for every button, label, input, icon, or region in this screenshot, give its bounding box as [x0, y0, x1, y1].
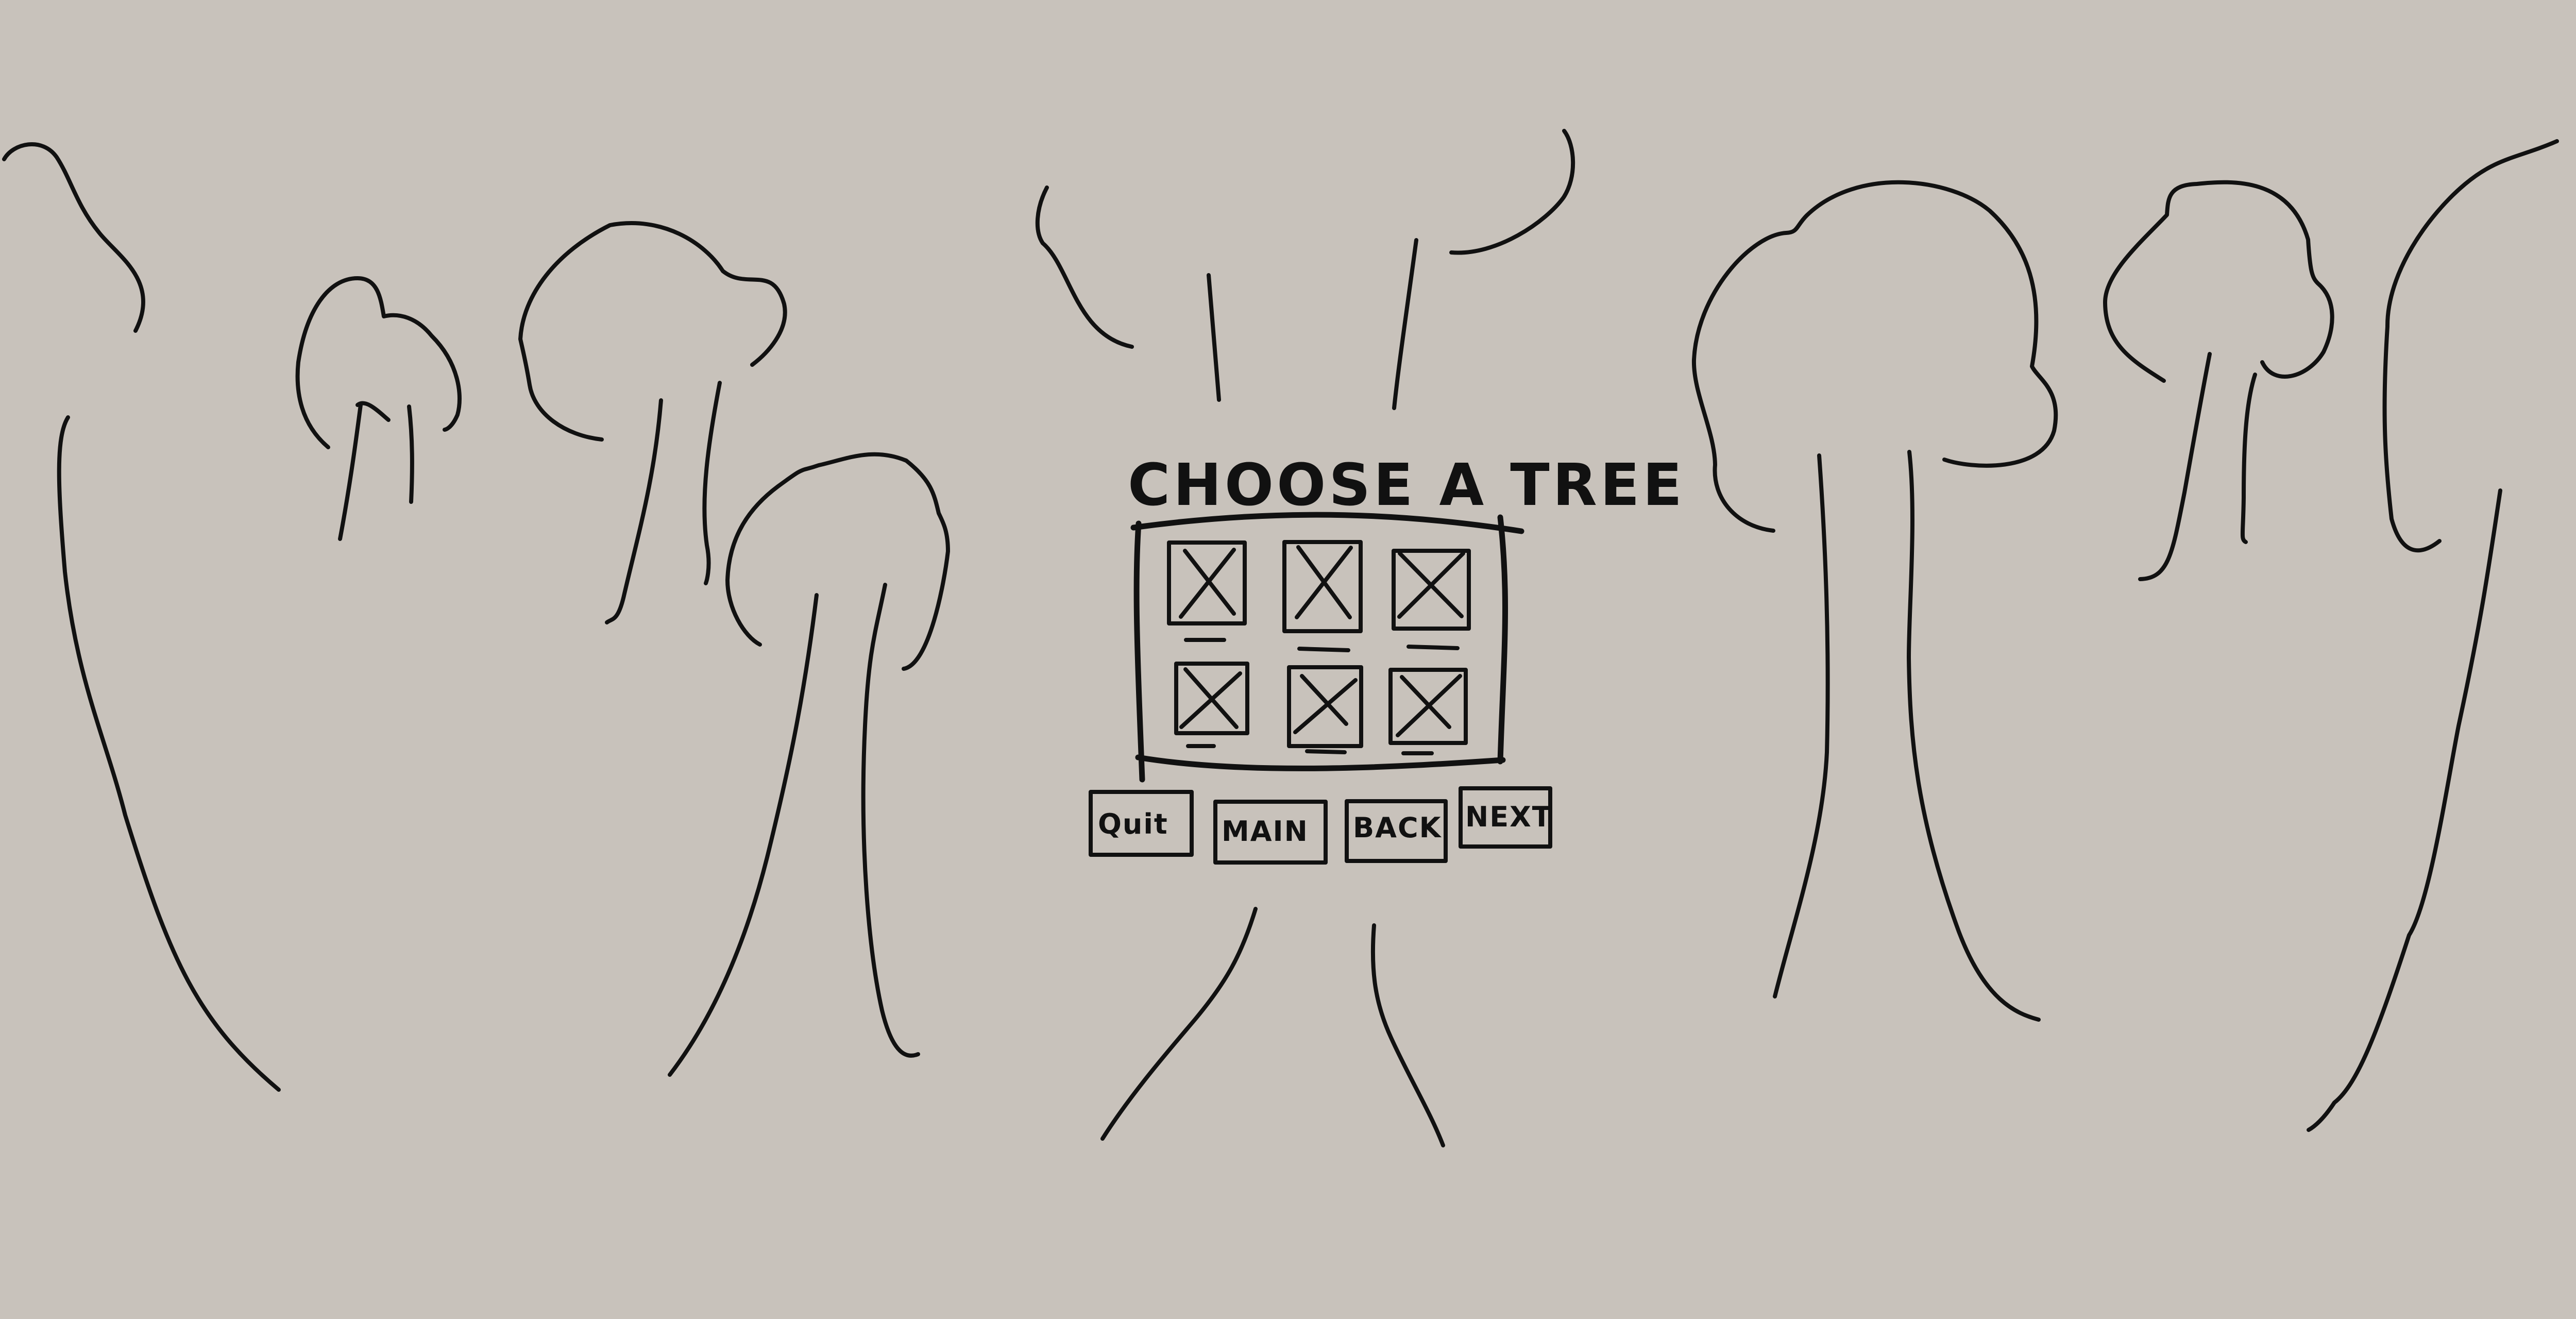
tree-option-5[interactable] [1287, 665, 1363, 754]
main-button[interactable]: MAIN [1213, 800, 1328, 865]
tree-chooser-panel: CHOOSE A TREE Quit MAIN BACK NEXT [1089, 452, 1685, 865]
tree-option-1[interactable] [1167, 540, 1247, 642]
quit-button-label: Quit [1098, 808, 1168, 840]
tree-sketch-scene: CHOOSE A TREE Quit MAIN BACK NEXT [2, 129, 2559, 1147]
tree-option-label [1297, 647, 1350, 652]
main-button-label: MAIN [1222, 815, 1309, 848]
page-title: CHOOSE A TREE [1128, 452, 1685, 519]
quit-button[interactable]: Quit [1089, 790, 1194, 857]
decorative-trees-right [1691, 139, 2559, 1132]
next-button[interactable]: NEXT [1459, 786, 1552, 849]
tree-option-3[interactable] [1392, 549, 1471, 650]
x-placeholder-icon [1396, 674, 1462, 737]
tree-option-label [1305, 749, 1347, 754]
options-frame-bottom [1135, 754, 1506, 771]
x-placeholder-icon [1295, 545, 1353, 619]
x-placeholder-icon [1179, 548, 1236, 619]
decorative-trees-center-bottom [1100, 907, 1445, 1147]
options-frame-right [1497, 514, 1508, 765]
tree-option-6[interactable] [1388, 668, 1468, 755]
tree-option-label [1406, 645, 1460, 650]
x-placeholder-icon [1397, 551, 1465, 619]
options-frame-left [1133, 520, 1145, 783]
tree-option-frame [1392, 549, 1471, 631]
x-placeholder-icon [1179, 667, 1242, 729]
tree-option-4[interactable] [1174, 662, 1249, 748]
decorative-trees-left [2, 142, 950, 1092]
back-button-label: BACK [1353, 811, 1442, 844]
decorative-trees-center-top [1035, 129, 1575, 410]
x-placeholder-icon [1293, 674, 1358, 734]
back-button[interactable]: BACK [1345, 799, 1448, 863]
tree-option-2[interactable] [1282, 540, 1363, 652]
next-button-label: NEXT [1465, 801, 1552, 833]
